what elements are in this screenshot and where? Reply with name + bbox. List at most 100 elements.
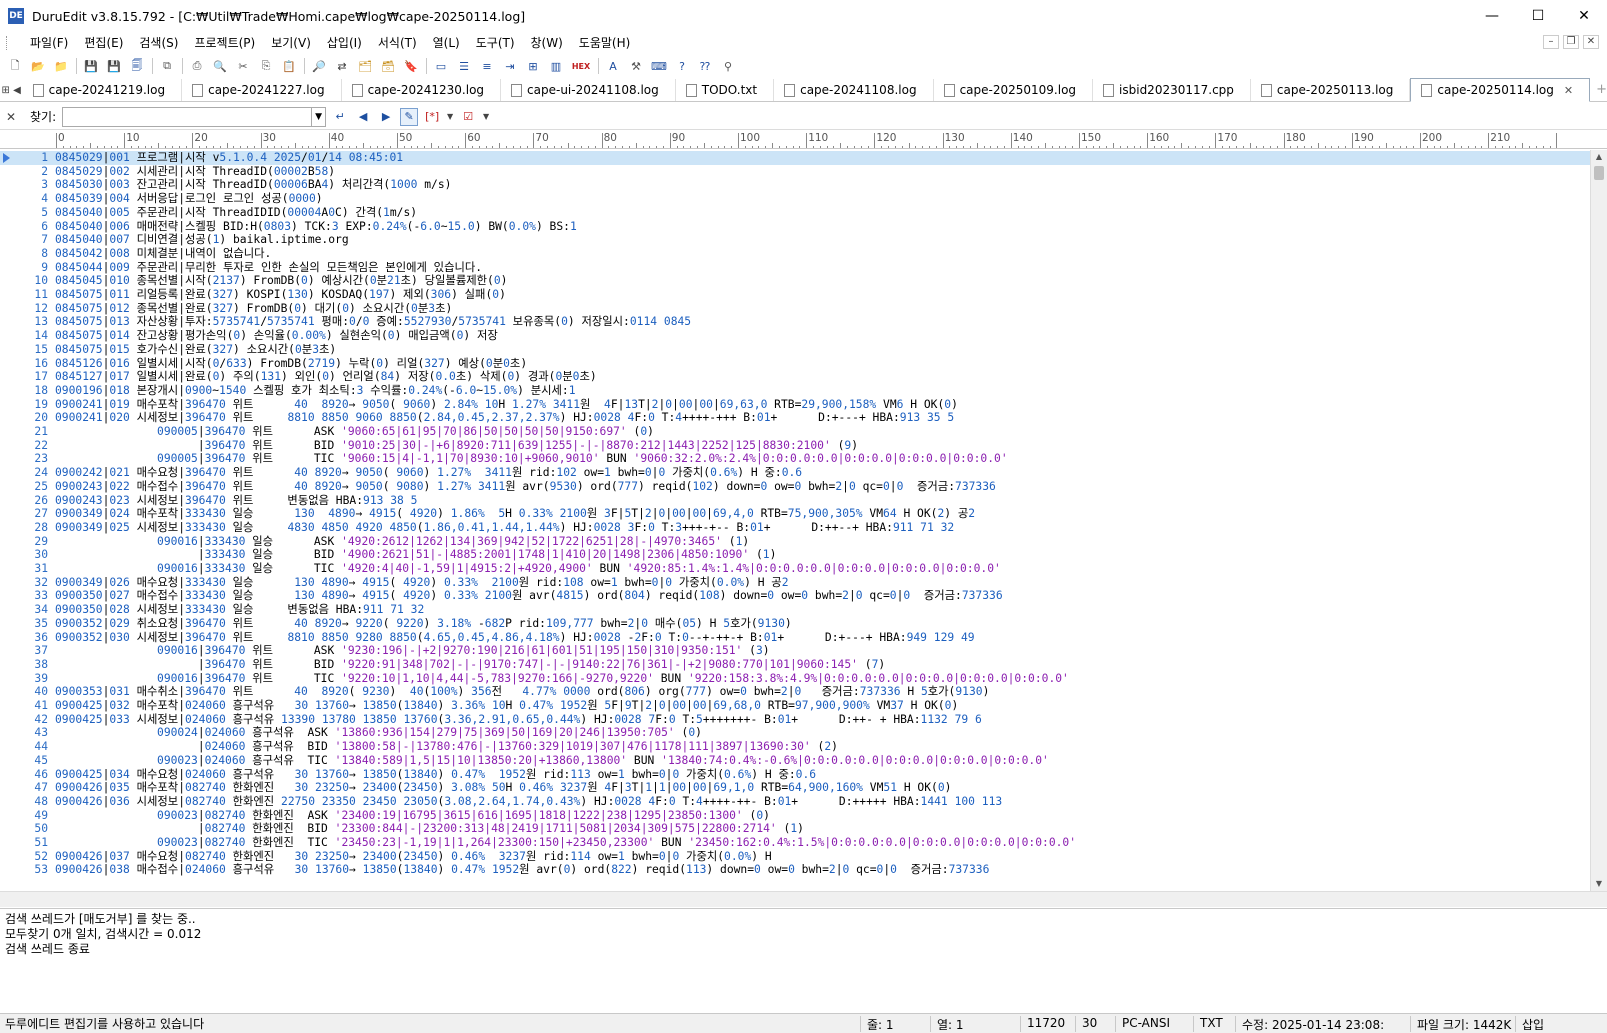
- tab-cape-20241108-log[interactable]: cape-20241108.log: [774, 79, 934, 101]
- editor-line[interactable]: 42 0900425|033 시세정보|024060 흥구석유 13390 137…: [0, 713, 1590, 727]
- hex-icon[interactable]: HEX: [570, 57, 592, 75]
- menu-item[interactable]: 도움말(H): [571, 32, 639, 54]
- editor-line[interactable]: 50 |082740 한화엔진 BID '23300:844|-|23200:3…: [0, 822, 1590, 836]
- editor-line[interactable]: 37 090016|396470 위트 ASK '9230:196|-|+2|9…: [0, 644, 1590, 658]
- print-preview-icon[interactable]: 🔍: [211, 57, 229, 75]
- context-help-icon[interactable]: ⁇: [696, 57, 714, 75]
- bookmark-icon[interactable]: 🔖: [402, 57, 420, 75]
- menu-item[interactable]: 편집(E): [76, 32, 131, 54]
- open-folder-icon[interactable]: 📁: [52, 57, 70, 75]
- editor-line[interactable]: 1 0845029|001 프로그램|시작 v5.1.0.4 2025/01/14…: [0, 151, 1590, 165]
- editor-line[interactable]: 20 0900241|020 시세정보|396470 위트 8810 8850 9…: [0, 411, 1590, 425]
- status-encoding[interactable]: PC-ANSI: [1115, 1016, 1170, 1032]
- font-icon[interactable]: A: [604, 57, 622, 75]
- indent-icon[interactable]: ⇥: [501, 57, 519, 75]
- highlight-icon[interactable]: ✎: [400, 107, 419, 126]
- editor-line[interactable]: 36 0900352|030 시세정보|396470 위트 8810 8850 9…: [0, 631, 1590, 645]
- editor-line[interactable]: 8 0845042|008 미체결분|내역이 없습니다.: [0, 247, 1590, 261]
- regex-icon[interactable]: [*]: [423, 108, 441, 126]
- editor-line[interactable]: 33 0900350|027 매수접수|333430 일승 130 4890→ 4…: [0, 589, 1590, 603]
- outline-icon[interactable]: ⊞: [524, 57, 542, 75]
- editor-line[interactable]: 28 0900349|025 시세정보|333430 일승 4830 4850 4…: [0, 521, 1590, 535]
- editor-line[interactable]: 40 0900353|031 매수취소|396470 위트 40 8920( 92…: [0, 685, 1590, 699]
- editor-line[interactable]: 6 0845040|006 매매전략|스켈핑 BID:H(0803) TCK:3 …: [0, 220, 1590, 234]
- editor-line[interactable]: 48 0900426|036 시세정보|082740 한화엔진 22750 233…: [0, 795, 1590, 809]
- list-alt-icon[interactable]: ≡: [478, 57, 496, 75]
- editor-line[interactable]: 51 090023|082740 한화엔진 TIC '23450:23|-1,1…: [0, 836, 1590, 850]
- save-as-icon[interactable]: 💾: [105, 57, 123, 75]
- editor-line[interactable]: 45 090023|024060 흥구석유 TIC '13840:589|1,5…: [0, 754, 1590, 768]
- find-dropdown-icon[interactable]: ▼: [312, 106, 327, 127]
- editor-line[interactable]: 43 090024|024060 흥구석유 ASK '13860:936|154…: [0, 726, 1590, 740]
- tab-cape-20250113-log[interactable]: cape-20250113.log: [1251, 79, 1411, 101]
- menu-item[interactable]: 보기(V): [263, 32, 319, 54]
- close-button[interactable]: ✕: [1561, 0, 1607, 32]
- regex-dropdown-icon[interactable]: ▼: [446, 108, 454, 126]
- status-file-type[interactable]: TXT: [1193, 1016, 1223, 1032]
- tab-todo-txt[interactable]: TODO.txt: [676, 79, 775, 101]
- editor-line[interactable]: 46 0900425|034 매수요청|024060 흥구석유 30 13760→…: [0, 768, 1590, 782]
- find-input[interactable]: [62, 106, 313, 127]
- tools-icon[interactable]: ⚒: [627, 57, 645, 75]
- scroll-up-icon[interactable]: ▲: [1591, 150, 1607, 164]
- scroll-thumb[interactable]: [1594, 166, 1604, 180]
- tab-cape-20250114-log[interactable]: cape-20250114.log ✕: [1410, 78, 1591, 102]
- find-enter-icon[interactable]: ↵: [331, 108, 349, 126]
- cut-icon[interactable]: ✂: [234, 57, 252, 75]
- window-icon[interactable]: ▭: [432, 57, 450, 75]
- editor-line[interactable]: 27 0900349|024 매수포착|333430 일승 130 4890→ 4…: [0, 507, 1590, 521]
- editor-line[interactable]: 24 0900242|021 매수요청|396470 위트 40 8920→ 90…: [0, 466, 1590, 480]
- vertical-scrollbar[interactable]: ▲ ▼: [1590, 150, 1607, 891]
- editor-line[interactable]: 34 0900350|028 시세정보|333430 일승 변동없음 HBA:91…: [0, 603, 1590, 617]
- editor-line[interactable]: 38 |396470 위트 BID '9220:91|348|702|-|-|9…: [0, 658, 1590, 672]
- editor-line[interactable]: 11 0845075|011 리얼등록|완료(327) KOSPI(130) KO…: [0, 288, 1590, 302]
- find-in-files-icon[interactable]: 🗂: [356, 57, 374, 75]
- tab-close-icon[interactable]: ✕: [1564, 84, 1573, 97]
- menu-item[interactable]: 도구(T): [468, 32, 523, 54]
- scroll-down-icon[interactable]: ▼: [1591, 877, 1607, 891]
- replace-in-files-icon[interactable]: 🗃: [379, 57, 397, 75]
- mdi-minimize-button[interactable]: –: [1543, 35, 1559, 49]
- editor-line[interactable]: 30 |333430 일승 BID '4900:2621|51|-|4885:2…: [0, 548, 1590, 562]
- editor-line[interactable]: 16 0845126|016 일별시세|시작(0/633) FromDB(2719…: [0, 357, 1590, 371]
- editor-line[interactable]: 3 0845030|003 잔고관리|시작 ThreadID(00006BA4) …: [0, 178, 1590, 192]
- editor-line[interactable]: 7 0845040|007 디비연결|성공(1) baikal.iptime.or…: [0, 233, 1590, 247]
- editor-line[interactable]: 4 0845039|004 서버응답|로그인 로그인 성공(0000): [0, 192, 1590, 206]
- find-prev-icon[interactable]: ◀: [354, 108, 372, 126]
- menu-item[interactable]: 검색(S): [131, 32, 186, 54]
- editor-line[interactable]: 2 0845029|002 시세관리|시작 ThreadID(00002B58): [0, 165, 1590, 179]
- pin-icon[interactable]: ⚲: [719, 57, 737, 75]
- tab-cape-20241227-log[interactable]: cape-20241227.log: [182, 79, 342, 101]
- keyboard-icon[interactable]: ⌨: [650, 57, 668, 75]
- match-case-dropdown-icon[interactable]: ▼: [482, 108, 490, 126]
- help-icon[interactable]: ?: [673, 57, 691, 75]
- menu-item[interactable]: 창(W): [523, 32, 571, 54]
- print-icon[interactable]: ⎙: [188, 57, 206, 75]
- tab-cape-20241230-log[interactable]: cape-20241230.log: [342, 79, 502, 101]
- mdi-restore-button[interactable]: ❐: [1563, 35, 1579, 49]
- editor-line[interactable]: 29 090016|333430 일승 ASK '4920:2612|1262|…: [0, 535, 1590, 549]
- editor-line[interactable]: 21 090005|396470 위트 ASK '9060:65|61|95|7…: [0, 425, 1590, 439]
- list-icon[interactable]: ☰: [455, 57, 473, 75]
- editor-line[interactable]: 17 0845127|017 일별시세|완료(0) 주의(131) 외인(0) 언…: [0, 370, 1590, 384]
- menu-item[interactable]: 삽입(I): [319, 32, 370, 54]
- save-all-icon[interactable]: 🗐: [128, 57, 146, 75]
- tab-isbid20230117-cpp[interactable]: isbid20230117.cpp: [1093, 79, 1251, 101]
- save-icon[interactable]: 💾: [82, 57, 100, 75]
- menu-item[interactable]: 열(L): [425, 32, 468, 54]
- tab-list-icon[interactable]: ⊞: [0, 79, 11, 101]
- editor-line[interactable]: 12 0845075|012 종목선별|완료(327) FromDB(0) 대기(…: [0, 302, 1590, 316]
- editor-line[interactable]: 52 0900426|037 매수요청|082740 한화엔진 30 23250→…: [0, 850, 1590, 864]
- find-next-icon[interactable]: ▶: [377, 108, 395, 126]
- menu-item[interactable]: 파일(F): [22, 32, 76, 54]
- editor-line[interactable]: 25 0900243|022 매수접수|396470 위트 40 8920→ 90…: [0, 480, 1590, 494]
- editor-line[interactable]: 35 0900352|029 취소요청|396470 위트 40 8920→ 92…: [0, 617, 1590, 631]
- find-icon[interactable]: 🔎: [310, 57, 328, 75]
- find-close-icon[interactable]: ✕: [6, 110, 22, 124]
- editor-line[interactable]: 39 090016|396470 위트 TIC '9220:10|1,10|4,…: [0, 672, 1590, 686]
- status-insert-mode[interactable]: 삽입: [1515, 1016, 1544, 1032]
- menu-item[interactable]: 서식(T): [370, 32, 425, 54]
- text-editor[interactable]: 1 0845029|001 프로그램|시작 v5.1.0.4 2025/01/14…: [0, 150, 1590, 891]
- editor-line[interactable]: 31 090016|333430 일승 TIC '4920:4|40|-1,59…: [0, 562, 1590, 576]
- horizontal-scrollbar[interactable]: [0, 891, 1607, 907]
